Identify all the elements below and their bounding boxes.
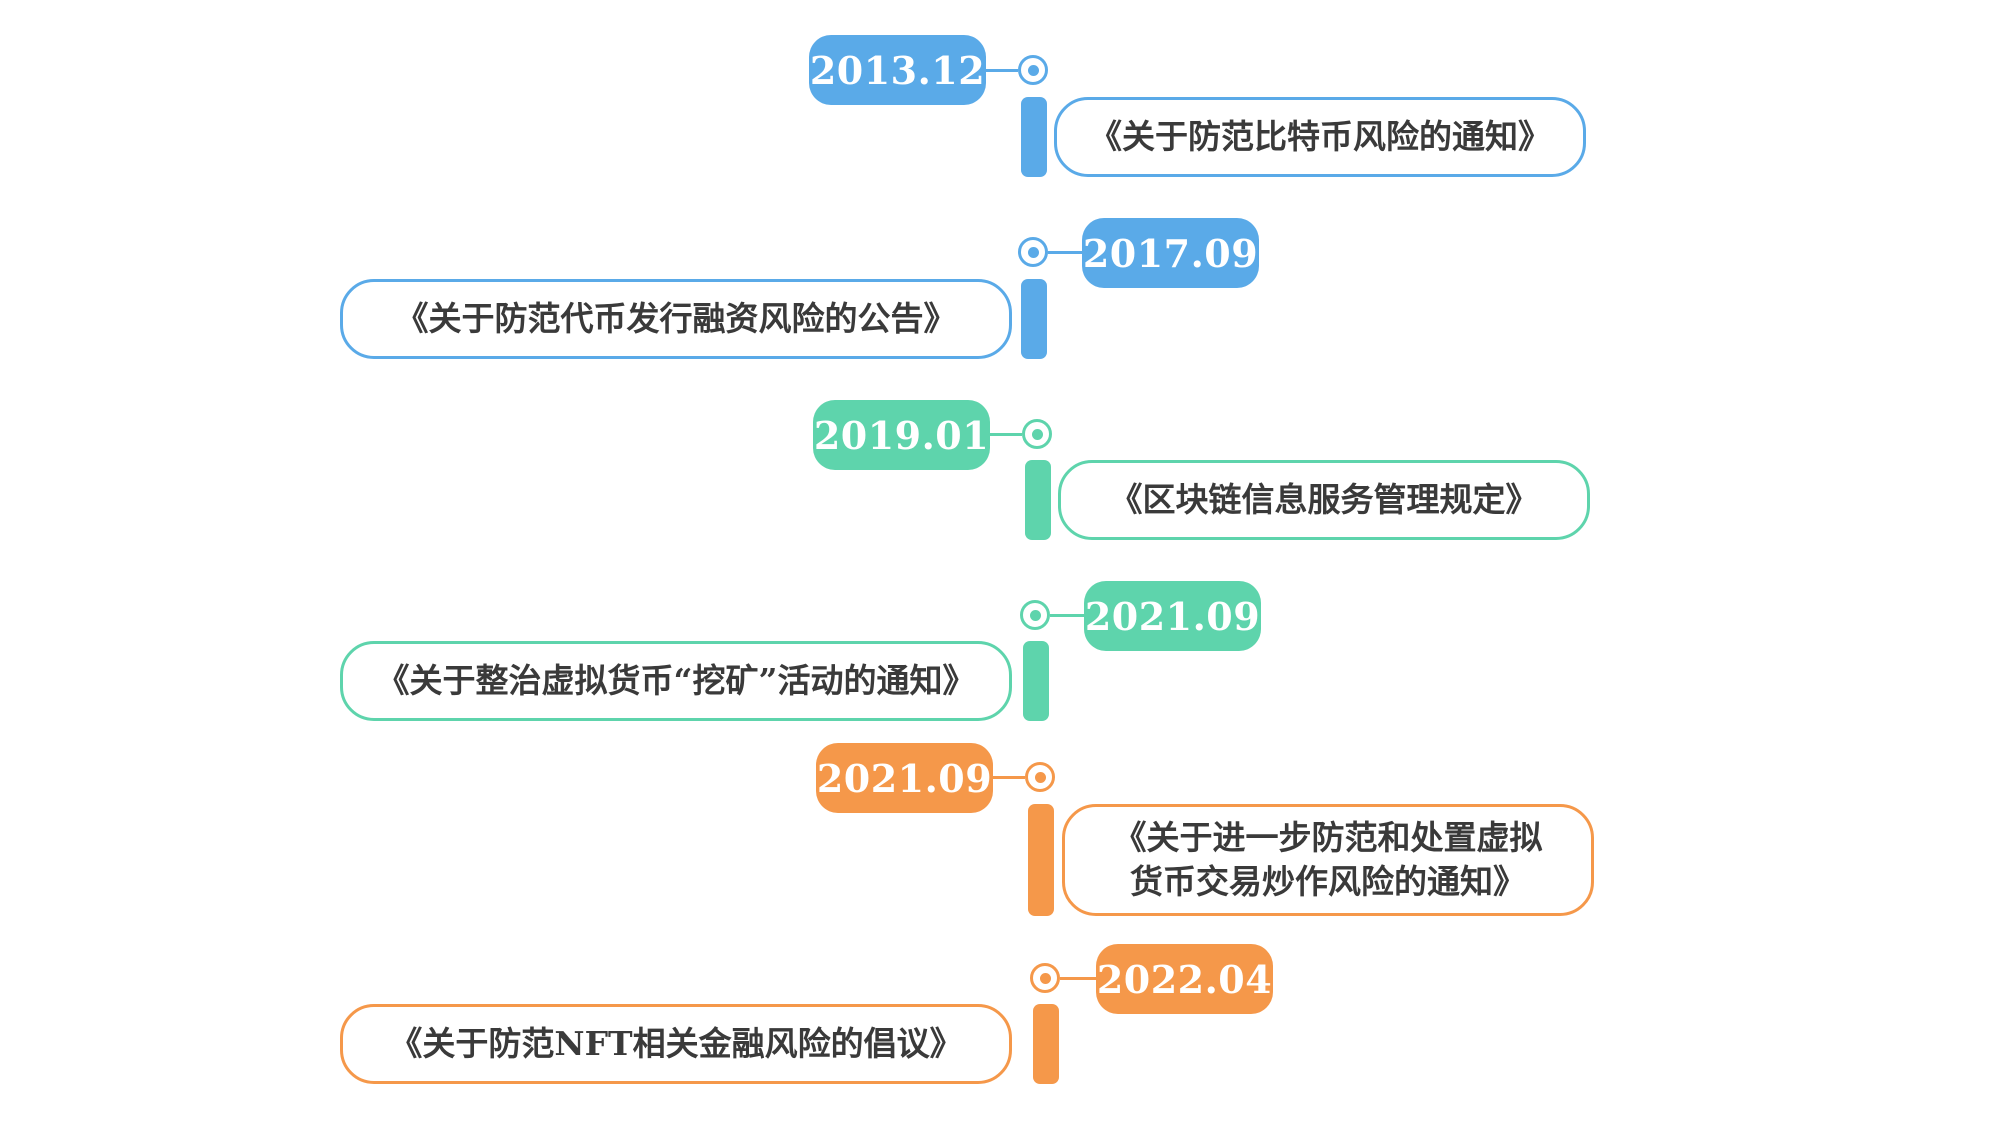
timeline-node [1018,237,1048,267]
connector-line [1060,977,1096,980]
date-badge: 2021.09 [816,743,993,813]
timeline-bar [1028,804,1054,916]
connector-line [993,776,1025,779]
connector-line [990,433,1022,436]
policy-timeline: 2013.12 《关于防范比特币风险的通知》 2017.09 《关于防范代币发行… [0,0,2000,1125]
connector-line [1048,251,1082,254]
policy-document-box: 《关于防范NFT相关金融风险的倡议》 [340,1004,1012,1084]
date-badge: 2017.09 [1082,218,1259,288]
date-badge: 2021.09 [1084,581,1261,651]
timeline-node [1025,762,1055,792]
policy-document-box: 《关于进一步防范和处置虚拟 货币交易炒作风险的通知》 [1062,804,1594,916]
date-badge: 2019.01 [813,400,990,470]
policy-document-box: 《关于防范代币发行融资风险的公告》 [340,279,1012,359]
date-badge: 2022.04 [1096,944,1273,1014]
timeline-bar [1021,97,1047,177]
connector-line [986,69,1018,72]
policy-document-box: 《关于防范比特币风险的通知》 [1054,97,1586,177]
timeline-bar [1025,460,1051,540]
timeline-node [1030,963,1060,993]
timeline-node [1022,419,1052,449]
timeline-node [1018,55,1048,85]
date-badge: 2013.12 [809,35,986,105]
policy-document-box: 《区块链信息服务管理规定》 [1058,460,1590,540]
timeline-node [1020,600,1050,630]
policy-document-box: 《关于整治虚拟货币“挖矿”活动的通知》 [340,641,1012,721]
timeline-bar [1023,641,1049,721]
connector-line [1050,614,1084,617]
timeline-bar [1021,279,1047,359]
timeline-bar [1033,1004,1059,1084]
